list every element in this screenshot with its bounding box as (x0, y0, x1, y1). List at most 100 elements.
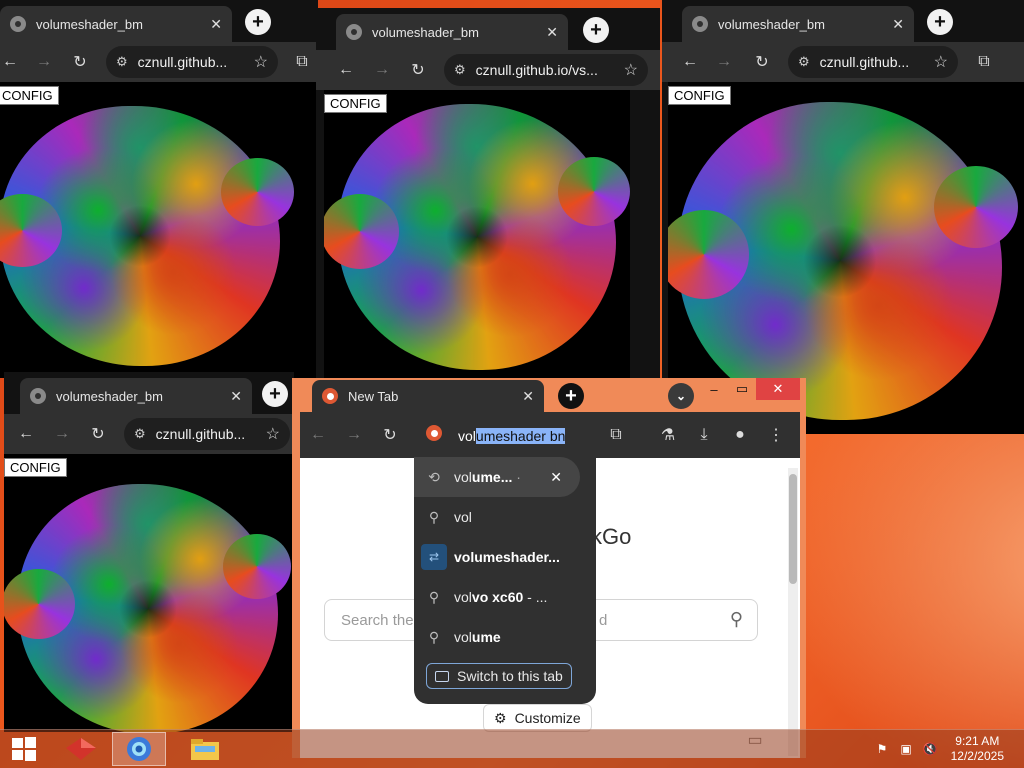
clock[interactable]: 9:21 AM 12/2/2025 (951, 734, 1004, 764)
site-info-icon[interactable]: ⚙ (116, 54, 128, 70)
start-button[interactable] (0, 732, 48, 766)
flag-icon[interactable]: ⚑ (874, 742, 890, 756)
tab-title: volumeshader_bm (56, 388, 163, 404)
download-icon[interactable]: ⤓ (692, 423, 716, 447)
scrollbar[interactable] (788, 468, 798, 756)
back-icon[interactable]: ← (306, 423, 330, 447)
search-placeholder-end: d (599, 611, 608, 629)
reload-icon[interactable]: ↻ (86, 422, 110, 446)
forward-icon[interactable]: → (32, 50, 56, 74)
toolbar: ← → ↻ ⚙ cznull.github.io/vs... ☆ (316, 50, 660, 90)
site-info-icon[interactable]: ⚙ (798, 54, 810, 70)
close-icon[interactable]: ✕ (210, 16, 222, 33)
suggestion-open-tab[interactable]: ⇄ volumeshader... (414, 537, 596, 577)
close-icon[interactable]: ✕ (522, 388, 534, 405)
fractal-render (4, 484, 291, 732)
browser-window-2[interactable]: volumeshader_bm ✕ + ← → ↻ ⚙ cznull.githu… (316, 8, 660, 378)
globe-icon (692, 16, 708, 32)
labs-icon[interactable]: ⚗ (656, 423, 680, 447)
menu-icon[interactable]: ⋮ (764, 423, 788, 447)
profile-icon[interactable]: ● (728, 423, 752, 447)
taskbar-file-explorer[interactable] (178, 732, 232, 766)
toolbar: ← → ↻ ⚙ cznull.github... ☆ ⧉ (662, 42, 1024, 82)
star-icon[interactable]: ☆ (624, 60, 638, 80)
site-info-icon[interactable]: ⚙ (454, 62, 466, 78)
forward-icon[interactable]: → (342, 423, 366, 447)
suggestion-prefix: vol (454, 469, 472, 485)
close-icon[interactable]: ✕ (892, 16, 904, 33)
clock-date: 12/2/2025 (950, 749, 1004, 763)
close-window-button[interactable]: ✕ (756, 378, 800, 400)
browser-window-4[interactable]: volumeshader_bm ✕ + ← → ↻ ⚙ cznull.githu… (4, 372, 294, 732)
close-icon[interactable]: ✕ (230, 388, 242, 405)
tab-strip: volumeshader_bm ✕ + (662, 0, 1024, 42)
tab-search-button[interactable]: ⌄ (668, 383, 694, 409)
tab-volumeshader[interactable]: volumeshader_bm ✕ (336, 14, 568, 50)
suggestion-search[interactable]: ⚲ volvo xc60 - ... (414, 577, 596, 617)
address-input[interactable]: vol umeshader bn (458, 422, 610, 450)
taskbar-app-gem[interactable] (54, 732, 108, 766)
extensions-icon[interactable]: ⧉ (604, 423, 628, 447)
address-bar[interactable]: ⚙ cznull.github... ☆ (106, 46, 278, 78)
site-info-icon[interactable]: ⚙ (134, 426, 146, 442)
maximize-button[interactable]: ▭ (730, 378, 754, 400)
close-icon[interactable]: ✕ (546, 24, 558, 41)
omnibox-suggestions: ⟲ volume... · ✕ ⚲ vol ⇄ volumeshader... … (414, 454, 596, 704)
address-bar[interactable]: ⚙ cznull.github... ☆ (124, 418, 290, 450)
suggestion-suffix: - ... (523, 589, 548, 605)
new-tab-button[interactable]: + (558, 383, 584, 409)
forward-icon[interactable]: → (50, 422, 74, 446)
suggestion-text: vol (454, 509, 472, 525)
reload-icon[interactable]: ↻ (68, 50, 92, 74)
new-tab-button[interactable]: + (927, 9, 953, 35)
address-bar[interactable]: ⚙ cznull.github.io/vs... ☆ (444, 54, 648, 86)
search-placeholder: Search the (341, 611, 414, 629)
customize-button[interactable]: ⚙ Customize (483, 704, 592, 732)
reload-icon[interactable]: ↻ (378, 423, 402, 447)
tab-volumeshader[interactable]: volumeshader_bm ✕ (682, 6, 914, 42)
browser-window-1[interactable]: volumeshader_bm ✕ + ← → ↻ ⚙ cznull.githu… (0, 0, 318, 378)
forward-icon[interactable]: → (712, 50, 736, 74)
new-tab-button[interactable]: + (583, 17, 609, 43)
config-button[interactable]: CONFIG (668, 86, 731, 105)
minimize-button[interactable]: – (702, 378, 726, 400)
browser-window-3[interactable]: volumeshader_bm ✕ + ← → ↻ ⚙ cznull.githu… (662, 0, 1024, 434)
back-icon[interactable]: ← (334, 58, 358, 82)
tab-new-tab[interactable]: New Tab ✕ (312, 380, 544, 412)
clock-time: 9:21 AM (955, 734, 1000, 748)
tab-strip: volumeshader_bm ✕ + (0, 0, 318, 42)
address-bar[interactable]: ⚙ cznull.github... ☆ (788, 46, 958, 78)
remove-icon[interactable]: ✕ (550, 469, 562, 486)
star-icon[interactable]: ☆ (934, 52, 948, 72)
search-icon[interactable]: ⚲ (730, 609, 743, 630)
new-tab-button[interactable]: + (245, 9, 271, 35)
suggestion-history[interactable]: ⟲ volume... · ✕ (414, 457, 580, 497)
star-icon[interactable]: ☆ (254, 52, 268, 72)
taskbar-app-browser[interactable] (112, 732, 166, 766)
forward-icon[interactable]: → (370, 58, 394, 82)
toolbar: ← → ↻ ⚙ cznull.github... ☆ (4, 414, 294, 454)
tab-volumeshader[interactable]: volumeshader_bm ✕ (20, 378, 252, 414)
extensions-icon[interactable]: ⧉ (972, 50, 996, 74)
back-icon[interactable]: ← (14, 422, 38, 446)
switch-to-tab-button[interactable]: Switch to this tab (426, 663, 572, 689)
back-icon[interactable]: ← (678, 50, 702, 74)
volume-muted-icon[interactable]: 🔇 (922, 742, 938, 756)
config-button[interactable]: CONFIG (324, 94, 387, 113)
star-icon[interactable]: ☆ (266, 424, 280, 444)
reload-icon[interactable]: ↻ (406, 58, 430, 82)
extensions-icon[interactable]: ⧉ (290, 50, 314, 74)
tab-volumeshader[interactable]: volumeshader_bm ✕ (0, 6, 232, 42)
search-icon: ⚲ (428, 628, 440, 645)
config-button[interactable]: CONFIG (0, 86, 59, 105)
suggestion-bold: vo xc60 (471, 589, 524, 605)
config-button[interactable]: CONFIG (4, 458, 67, 477)
suggestion-search[interactable]: ⚲ volume (414, 617, 596, 657)
suggestion-search[interactable]: ⚲ vol (414, 497, 596, 537)
scrollbar-thumb[interactable] (789, 474, 797, 584)
duckduckgo-icon (426, 425, 442, 441)
network-icon[interactable]: ▣ (898, 742, 914, 756)
back-icon[interactable]: ← (0, 50, 22, 74)
new-tab-button[interactable]: + (262, 381, 288, 407)
reload-icon[interactable]: ↻ (750, 50, 774, 74)
